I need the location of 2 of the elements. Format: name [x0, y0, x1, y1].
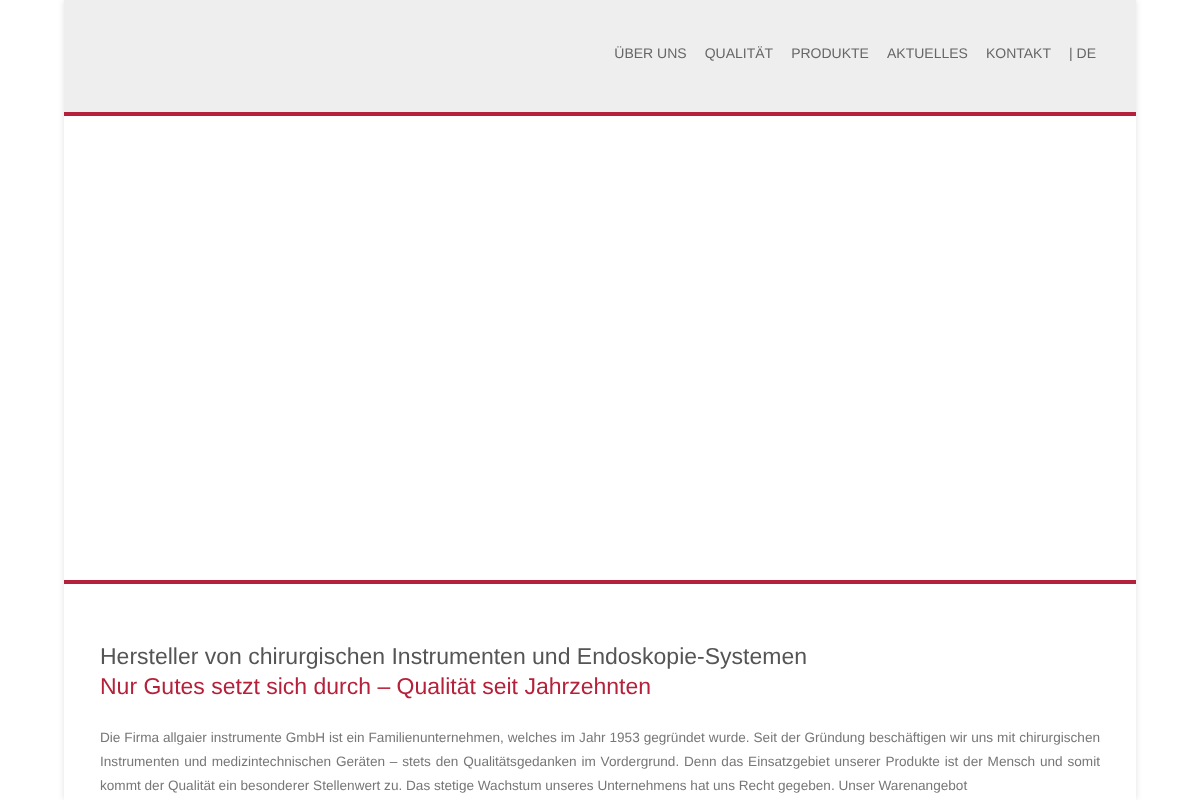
heading: Hersteller von chirurgischen Instrumenten und Endoskopie-Systemen	[100, 644, 809, 674]
subheading: Nur Gutes setzt sich durch – Qualität seit Jahrzehnten	[100, 674, 653, 704]
